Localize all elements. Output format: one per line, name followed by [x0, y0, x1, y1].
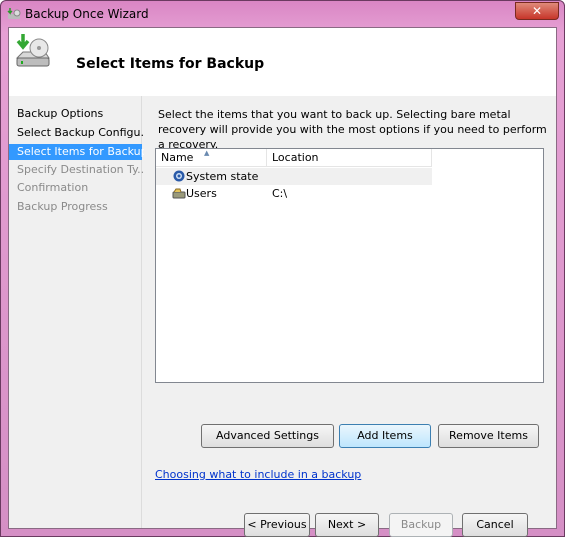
add-items-button[interactable]: Add Items [339, 424, 431, 448]
item-name: System state [186, 170, 259, 183]
item-location: C:\ [272, 187, 288, 200]
list-row-users[interactable]: Users C:\ [156, 185, 432, 202]
column-header-name[interactable]: ▲ Name [156, 149, 267, 167]
window-title: Backup Once Wizard [25, 7, 149, 21]
wizard-header: Select Items for Backup [9, 28, 556, 96]
nav-step-backup-configuration[interactable]: Select Backup Configu... [9, 125, 151, 141]
nav-step-destination-type: Specify Destination Ty... [17, 163, 148, 176]
main-panel: Select the items that you want to back u… [144, 96, 556, 537]
wizard-client: Select Items for Backup Backup Options S… [8, 27, 557, 537]
column-name-label: Name [161, 151, 194, 164]
nav-step-backup-options[interactable]: Backup Options [9, 106, 142, 122]
list-row-system-state[interactable]: System state [156, 168, 432, 185]
wizard-steps-nav: Backup Options Select Backup Configu... … [9, 96, 151, 528]
advanced-settings-button[interactable]: Advanced Settings [201, 424, 334, 448]
nav-step-confirmation: Confirmation [17, 181, 89, 194]
column-header-location[interactable]: Location [267, 149, 432, 167]
backup-app-icon [7, 8, 21, 19]
help-link[interactable]: Choosing what to include in a backup [155, 468, 361, 481]
next-button[interactable]: Next > [315, 513, 379, 537]
backup-button: Backup [389, 513, 453, 537]
nav-step-backup-progress: Backup Progress [17, 200, 108, 213]
backup-items-list[interactable]: ▲ Name Location System state Users C:\ [155, 148, 544, 383]
previous-button[interactable]: < Previous [244, 513, 310, 537]
cancel-button[interactable]: Cancel [462, 513, 528, 537]
system-state-icon [173, 170, 185, 182]
remove-items-button[interactable]: Remove Items [438, 424, 539, 448]
item-name: Users [186, 187, 217, 200]
instructions-text: Select the items that you want to back u… [158, 108, 547, 151]
nav-step-select-items[interactable]: Select Items for Backup [9, 144, 148, 160]
close-button[interactable]: ✕ [515, 2, 559, 20]
folder-drive-icon [172, 188, 186, 199]
backup-drive-icon [15, 34, 50, 67]
page-title: Select Items for Backup [76, 56, 265, 72]
sort-ascending-icon: ▲ [204, 149, 210, 157]
